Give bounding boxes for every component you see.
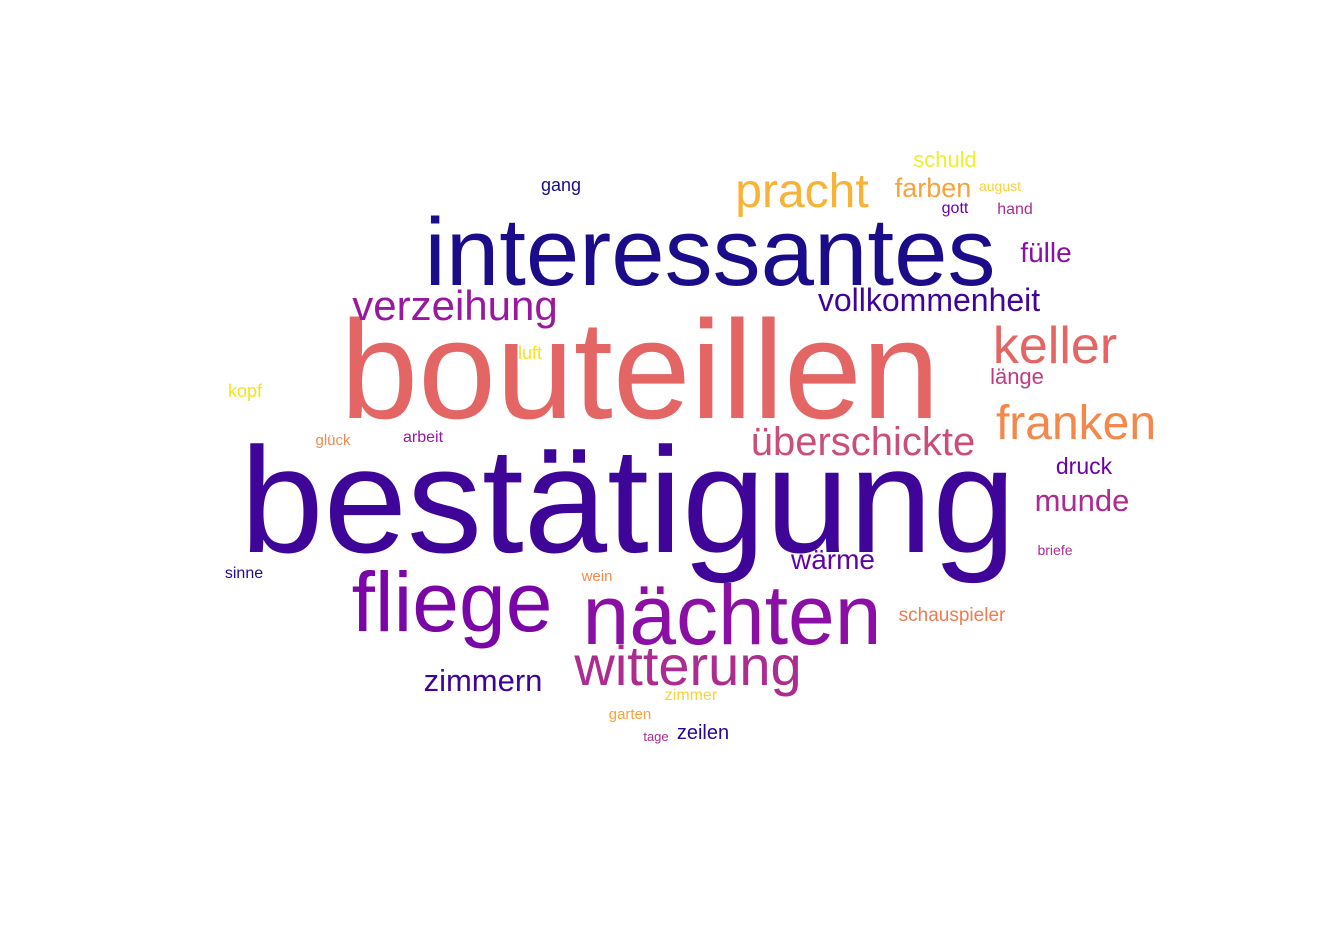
- word-schuld: schuld: [913, 147, 977, 172]
- word-zeilen: zeilen: [676, 722, 730, 744]
- word-laenge: länge: [990, 364, 1044, 389]
- word-gang: gang: [540, 175, 582, 195]
- word-munde: munde: [1034, 483, 1130, 518]
- word-farben: farben: [894, 173, 972, 203]
- word-druck: druck: [1055, 453, 1113, 479]
- word-vollkommenheit: vollkommenheit: [817, 282, 1041, 318]
- word-ueberschickte: überschickte: [750, 420, 976, 464]
- word-luft: luft: [517, 343, 543, 363]
- word-cloud: bestätigung bouteillen interessantes näc…: [0, 0, 1334, 945]
- word-sinne: sinne: [224, 565, 264, 582]
- word-fuelle: fülle: [1020, 237, 1072, 268]
- word-hand: hand: [997, 201, 1033, 218]
- word-kopf: kopf: [227, 381, 263, 401]
- word-franken: franken: [995, 397, 1157, 450]
- word-gott: gott: [941, 200, 969, 217]
- word-waerme: wärme: [790, 544, 876, 575]
- word-briefe: briefe: [1037, 542, 1073, 558]
- word-wein: wein: [581, 568, 613, 585]
- word-arbeit: arbeit: [402, 429, 444, 446]
- word-witterung: witterung: [574, 634, 802, 697]
- word-pracht: pracht: [735, 165, 869, 218]
- word-zimmer: zimmer: [664, 687, 718, 704]
- word-tage: tage: [643, 729, 669, 744]
- word-schauspieler: schauspieler: [898, 605, 1006, 626]
- word-garten: garten: [608, 706, 652, 723]
- word-fliege: fliege: [351, 555, 553, 649]
- word-verzeihung: verzeihung: [352, 282, 558, 329]
- word-glueck: glück: [315, 432, 351, 449]
- word-zimmern: zimmern: [423, 663, 543, 698]
- word-august: august: [978, 178, 1022, 194]
